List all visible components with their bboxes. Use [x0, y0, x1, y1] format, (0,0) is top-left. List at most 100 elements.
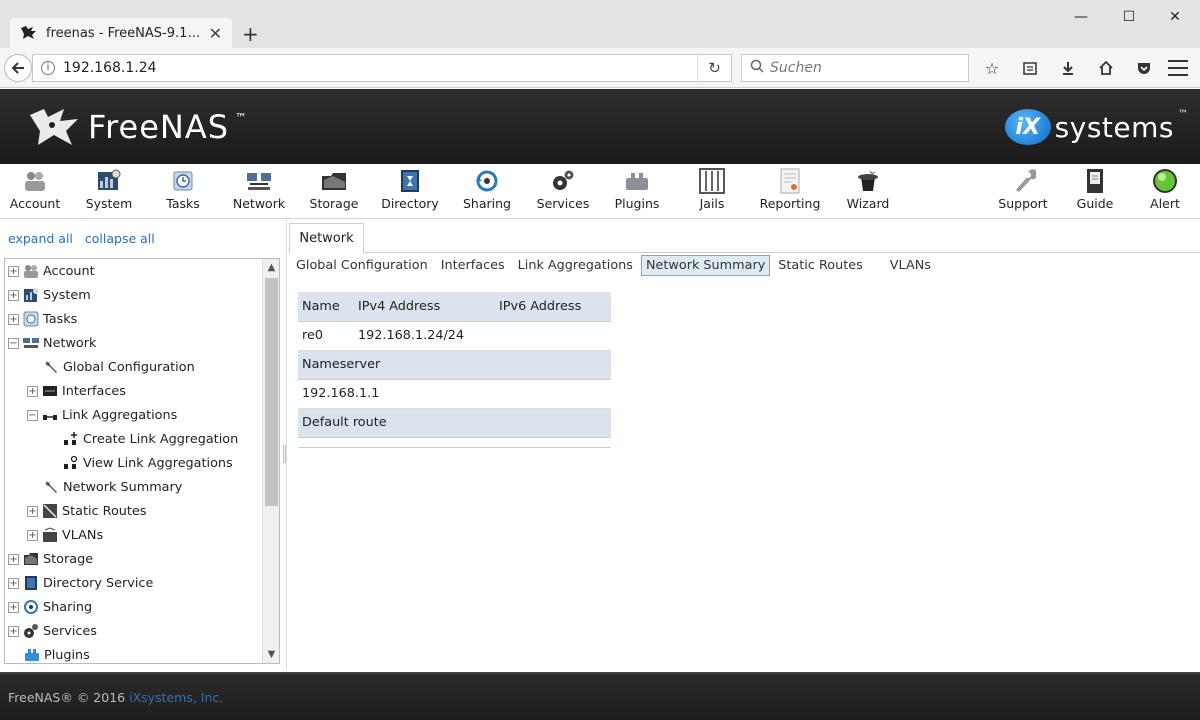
scroll-up-arrow-icon[interactable]: ▲ — [263, 259, 279, 276]
subtab-interfaces[interactable]: Interfaces — [436, 255, 510, 276]
freenas-logo: FreeNAS ™ — [26, 105, 247, 149]
freenas-shark-icon — [30, 109, 78, 145]
tree-expander[interactable]: + — [8, 601, 19, 613]
toolbar-directory-button[interactable]: Directory — [375, 168, 445, 216]
subtab-link-aggregations[interactable]: Link Aggregations — [513, 255, 638, 276]
tree-expander[interactable]: + — [8, 553, 19, 565]
toolbar-reporting-button[interactable]: Reporting — [755, 168, 825, 216]
tree-item-system[interactable]: + System — [8, 283, 91, 307]
window-maximize-button[interactable]: ☐ — [1106, 6, 1152, 28]
download-icon[interactable] — [1056, 56, 1080, 80]
tree-expander[interactable]: + — [8, 577, 19, 589]
account-icon — [23, 263, 39, 279]
reload-icon[interactable]: ↻ — [697, 55, 731, 81]
scroll-down-arrow-icon[interactable]: ▼ — [263, 646, 279, 663]
tree-expander[interactable]: + — [8, 625, 19, 637]
pocket-icon[interactable] — [1132, 56, 1156, 80]
home-icon[interactable] — [1094, 56, 1118, 80]
browser-tab[interactable]: freenas - FreeNAS-9.10.1-... ✕ — [10, 18, 232, 48]
tree-item-directory-service[interactable]: + Directory Service — [8, 571, 153, 595]
toolbar-account-button[interactable]: Account — [0, 168, 70, 216]
tree-item-interfaces[interactable]: + Interfaces — [27, 379, 126, 403]
toolbar-network-button[interactable]: Network — [224, 168, 294, 216]
toolbar-plugins-button[interactable]: Plugins — [602, 168, 672, 216]
toolbar-alert-button[interactable]: Alert — [1130, 168, 1200, 216]
toolbar-sharing-button[interactable]: Sharing — [452, 168, 522, 216]
table-row: 192.168.1.1 — [298, 379, 611, 409]
toolbar-wizard-button[interactable]: Wizard — [833, 168, 903, 216]
link-aggregation-icon — [42, 407, 58, 423]
reading-list-icon[interactable] — [1018, 56, 1042, 80]
tree-expander[interactable]: − — [8, 337, 19, 349]
url-bar[interactable]: i 192.168.1.24 ↻ — [32, 54, 732, 82]
tree-item-link-aggregations[interactable]: − Link Aggregations — [27, 403, 177, 427]
interfaces-icon — [42, 383, 58, 399]
tree-item-vlans[interactable]: + VLANs — [27, 523, 103, 547]
tab-network[interactable]: Network — [289, 223, 364, 253]
browser-titlebar: freenas - FreeNAS-9.10.1-... ✕ + — ☐ ✕ — [0, 0, 1200, 48]
nameserver-header-row: Nameserver — [298, 350, 611, 379]
toolbar-jails-button[interactable]: Jails — [677, 168, 747, 216]
tree-scrollbar[interactable]: ▲ ▼ — [262, 259, 279, 663]
search-input[interactable]: Suchen — [741, 54, 969, 82]
tree-expander[interactable]: + — [27, 529, 38, 541]
tab-title: freenas - FreeNAS-9.10.1-... — [46, 25, 201, 41]
toolbar-system-button[interactable]: System — [74, 168, 144, 216]
tree-item-network[interactable]: − Network — [8, 331, 96, 355]
subtab-network-summary[interactable]: Network Summary — [640, 254, 771, 276]
tree-item-services[interactable]: + Services — [8, 619, 97, 643]
freenas-header: FreeNAS ™ iX systems ™ — [0, 89, 1200, 164]
interface-ipv4: 192.168.1.24/24 — [354, 321, 495, 351]
tree-item-plugins[interactable]: Plugins — [24, 643, 90, 663]
window-close-button[interactable]: ✕ — [1152, 6, 1198, 28]
nameserver-header: Nameserver — [302, 357, 381, 372]
url-text[interactable]: 192.168.1.24 — [63, 60, 689, 76]
subtab-vlans[interactable]: VLANs — [885, 255, 936, 276]
toolbar-support-button[interactable]: Support — [988, 168, 1058, 216]
tree-expander[interactable]: + — [27, 385, 38, 397]
expand-all-link[interactable]: expand all — [8, 231, 73, 246]
tree-expander[interactable]: − — [27, 409, 38, 421]
menu-hamburger-icon[interactable] — [1168, 58, 1188, 78]
tab-close-icon[interactable]: ✕ — [209, 24, 222, 43]
tree-item-sharing[interactable]: + Sharing — [8, 595, 92, 619]
storage-icon — [23, 551, 39, 567]
collapse-all-link[interactable]: collapse all — [85, 231, 155, 246]
jails-icon — [698, 168, 726, 194]
tree-item-static-routes[interactable]: + Static Routes — [27, 499, 146, 523]
tree-item-global-configuration[interactable]: Global Configuration — [43, 355, 195, 379]
tree-item-account[interactable]: + Account — [8, 259, 95, 283]
back-arrow-icon[interactable] — [4, 54, 32, 82]
tree-expander[interactable]: + — [27, 505, 38, 517]
toolbar-services-button[interactable]: Services — [528, 168, 598, 216]
tree-expander[interactable]: + — [8, 289, 19, 301]
footer-company-link[interactable]: iXsystems, Inc. — [129, 690, 223, 705]
scroll-thumb[interactable] — [265, 278, 278, 506]
subtab-static-routes[interactable]: Static Routes — [773, 255, 867, 276]
search-icon — [750, 59, 764, 77]
window-minimize-button[interactable]: — — [1058, 6, 1104, 28]
bookmark-star-icon[interactable]: ☆ — [980, 56, 1004, 80]
new-tab-button[interactable]: + — [242, 22, 259, 46]
view-link-aggregation-icon — [63, 455, 79, 471]
main-toolbar: Account System Tasks Network Storage Dir… — [0, 164, 1200, 219]
tree-expander[interactable]: + — [8, 313, 19, 325]
search-placeholder: Suchen — [770, 60, 822, 76]
sharing-icon — [23, 599, 39, 615]
network-icon — [23, 335, 39, 351]
info-icon[interactable]: i — [41, 61, 55, 75]
tree-item-create-link-aggregation[interactable]: Create Link Aggregation — [63, 427, 238, 451]
toolbar-guide-button[interactable]: Guide — [1060, 168, 1130, 216]
column-header-ipv6: IPv6 Address — [499, 298, 582, 314]
interface-ipv6 — [495, 321, 611, 351]
tree-item-tasks[interactable]: + Tasks — [8, 307, 77, 331]
vlans-icon — [42, 527, 58, 543]
subtab-global-configuration[interactable]: Global Configuration — [291, 255, 433, 276]
toolbar-storage-button[interactable]: Storage — [299, 168, 369, 216]
toolbar-tasks-button[interactable]: Tasks — [148, 168, 218, 216]
tree-expander[interactable]: + — [8, 265, 19, 277]
tree-item-storage[interactable]: + Storage — [8, 547, 93, 571]
tree-item-view-link-aggregations[interactable]: View Link Aggregations — [63, 451, 233, 475]
tasks-icon — [169, 168, 197, 194]
tree-item-network-summary[interactable]: Network Summary — [43, 475, 182, 499]
